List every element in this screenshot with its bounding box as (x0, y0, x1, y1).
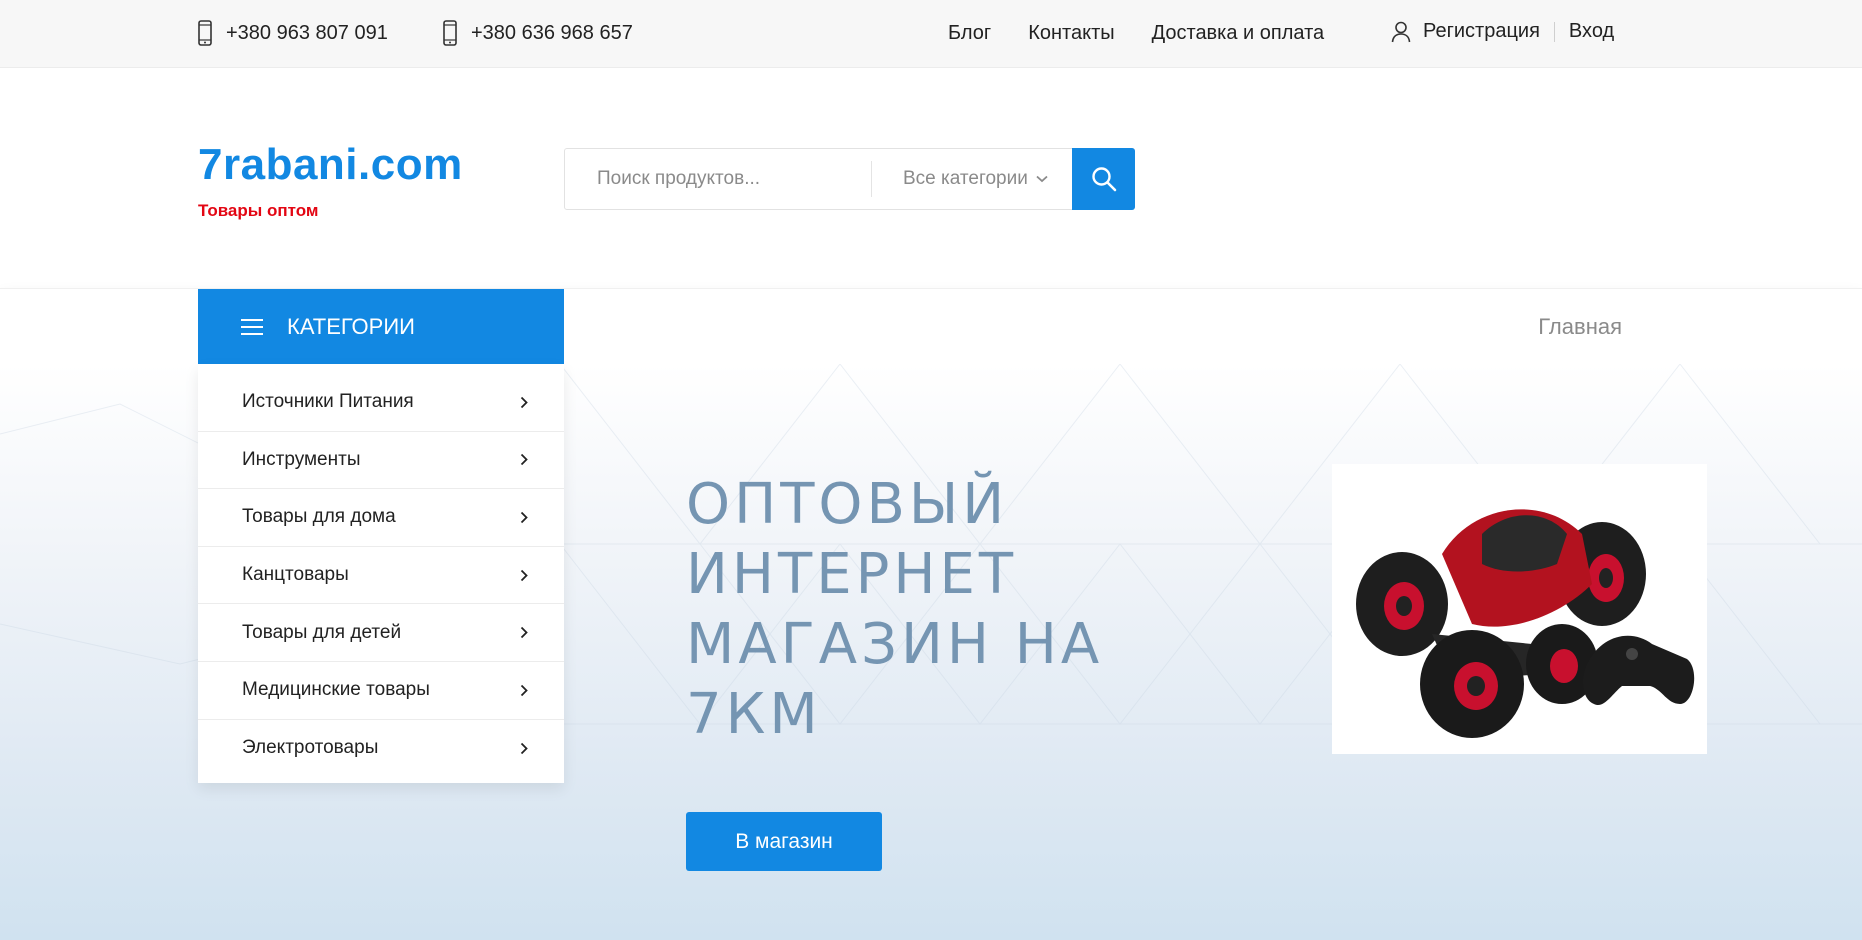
hero-title: ОПТОВЫЙ ИНТЕРНЕТ МАГАЗИН НА 7КМ (686, 472, 1104, 747)
home-link[interactable]: Главная (1538, 314, 1622, 340)
divider (1553, 21, 1555, 42)
category-select-value: Все категории (903, 168, 1028, 189)
contacts-link[interactable]: Контакты (1028, 22, 1114, 45)
phone-contact-1[interactable]: +380 963 807 091 (198, 20, 388, 46)
chevron-right-icon (520, 454, 528, 466)
category-item-stationery[interactable]: Канцтовары (198, 547, 564, 605)
category-item-medical-goods[interactable]: Медицинские товары (198, 662, 564, 720)
search-button[interactable] (1072, 148, 1135, 210)
login-link[interactable]: Вход (1569, 20, 1614, 43)
rc-car-image (1356, 509, 1695, 738)
user-icon (1391, 21, 1411, 42)
category-item-label: Инструменты (242, 448, 361, 470)
product-image[interactable] (1332, 464, 1707, 754)
phone-number-2: +380 636 968 657 (471, 21, 633, 44)
category-item-label: Электротовары (242, 737, 379, 759)
search-input[interactable] (565, 149, 871, 209)
nav-bar: КАТЕГОРИИ Главная (0, 288, 1862, 365)
search-bar: Все категории (564, 148, 1135, 210)
search-icon (1091, 167, 1116, 192)
category-item-home-goods[interactable]: Товары для дома (198, 489, 564, 547)
chevron-right-icon (520, 511, 528, 524)
category-item-label: Источники Питания (242, 391, 414, 413)
site-header: 7rabani.com Товары оптом Все категории (0, 68, 1862, 288)
top-bar: +380 963 807 091 +380 636 968 657 Блог К… (0, 0, 1862, 68)
chevron-right-icon (520, 396, 528, 408)
category-item-electrical-goods[interactable]: Электротовары (198, 720, 564, 778)
category-item-label: Товары для дома (242, 506, 396, 528)
category-item-kids-goods[interactable]: Товары для детей (198, 604, 564, 662)
chevron-right-icon (520, 627, 528, 639)
category-item-power-sources[interactable]: Источники Питания (198, 374, 564, 432)
site-logo[interactable]: 7rabani.com (198, 140, 463, 190)
category-item-label: Товары для детей (242, 621, 402, 643)
category-menu: Источники Питания Инструменты Товары для… (198, 364, 564, 783)
category-item-label: Канцтовары (242, 564, 349, 586)
account-links: Регистрация Вход (1391, 20, 1614, 43)
mobile-phone-icon (443, 20, 457, 46)
chevron-right-icon (520, 684, 528, 696)
menu-icon (241, 319, 263, 335)
chevron-right-icon (520, 742, 528, 754)
category-item-label: Медицинские товары (242, 679, 430, 701)
blog-link[interactable]: Блог (948, 22, 991, 45)
phone-contact-2[interactable]: +380 636 968 657 (443, 20, 633, 46)
register-link[interactable]: Регистрация (1423, 20, 1540, 43)
top-links: Блог Контакты Доставка и оплата (948, 22, 1361, 45)
mobile-phone-icon (198, 20, 212, 46)
site-tagline: Товары оптом (198, 201, 319, 220)
delivery-link[interactable]: Доставка и оплата (1152, 22, 1325, 45)
shop-button[interactable]: В магазин (686, 812, 882, 871)
categories-button[interactable]: КАТЕГОРИИ (198, 289, 564, 365)
chevron-down-icon (1036, 175, 1048, 183)
category-item-tools[interactable]: Инструменты (198, 432, 564, 490)
phone-number-1: +380 963 807 091 (226, 21, 388, 44)
category-select[interactable]: Все категории (872, 168, 1072, 190)
categories-button-label: КАТЕГОРИИ (287, 314, 415, 339)
chevron-right-icon (520, 569, 528, 581)
